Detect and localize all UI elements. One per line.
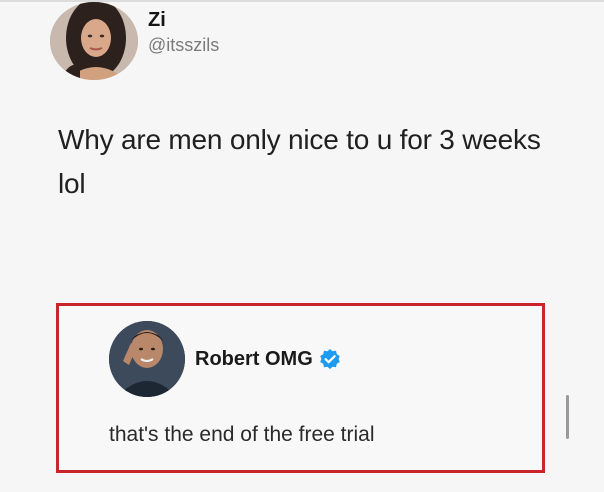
reply-text: that's the end of the free trial (109, 423, 375, 446)
reply-avatar-image (109, 321, 185, 397)
tweet-header: Zi @itsszils (50, 2, 219, 80)
avatar-image (50, 2, 138, 80)
avatar[interactable] (50, 2, 138, 80)
verified-badge-icon (319, 348, 341, 370)
reply-avatar[interactable] (109, 321, 185, 397)
highlighted-reply-box: Robert OMG that's the end of the free tr… (56, 303, 545, 473)
tweet-text: Why are men only nice to u for 3 weeks l… (58, 124, 541, 199)
reply-header: Robert OMG (109, 321, 341, 397)
tweet-screenshot: Zi @itsszils Why are men only nice to u … (0, 0, 604, 492)
user-handle[interactable]: @itsszils (148, 34, 219, 56)
reply-display-name[interactable]: Robert OMG (195, 348, 313, 371)
scrollbar[interactable] (566, 395, 569, 439)
display-name[interactable]: Zi (148, 8, 219, 32)
